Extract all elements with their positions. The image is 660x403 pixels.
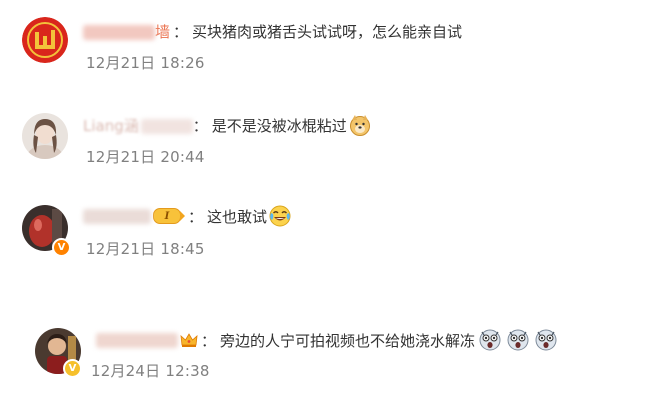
comment-time: 12月21日 20:44: [86, 148, 205, 166]
avatar[interactable]: [22, 113, 68, 159]
comment-time: 12月21日 18:45: [86, 240, 205, 258]
comment-time: 12月24日 12:38: [91, 362, 210, 380]
red-logo-avatar-icon: [22, 17, 68, 63]
comment-item: V ： 旁边的人宁可拍视频也不给她浇水解冻 12月24日 12:38: [0, 320, 660, 390]
portrait-avatar-icon: [22, 113, 68, 159]
level-badge: I: [153, 208, 181, 224]
doge-emoji-icon: [349, 114, 371, 136]
blurred-name: [83, 209, 151, 224]
laugh-cry-emoji-icon: [269, 205, 291, 227]
username[interactable]: 墙: [83, 21, 170, 42]
username-text: Liang涵: [83, 116, 139, 135]
crown-icon: [180, 332, 198, 348]
verified-badge-icon: V: [52, 238, 71, 257]
comment-item: Liang涵 ： 是不是没被冰棍粘过 12月21日 20:44: [0, 104, 660, 174]
username[interactable]: [83, 207, 151, 225]
avatar[interactable]: [22, 17, 68, 63]
blurred-name: [140, 118, 193, 134]
separator: ：: [188, 207, 204, 226]
shocked-emoji-icon: [507, 329, 529, 351]
verified-badge-icon: V: [63, 359, 82, 378]
username[interactable]: Liang涵: [83, 115, 193, 136]
username-text: 墙: [155, 22, 171, 41]
separator: ：: [201, 331, 217, 350]
comment-text: 是不是没被冰棍粘过: [211, 116, 347, 135]
blurred-name: [96, 333, 178, 348]
shocked-emoji-icon: [535, 329, 557, 351]
comment-time: 12月21日 18:26: [86, 54, 205, 72]
comment-text: 这也敢试: [207, 207, 268, 226]
comment-text: 旁边的人宁可拍视频也不给她浇水解冻: [220, 331, 476, 350]
blurred-name: [83, 24, 155, 40]
username[interactable]: [96, 331, 178, 349]
separator: ：: [173, 22, 189, 41]
shocked-emoji-icon: [479, 329, 501, 351]
comment-text: 买块猪肉或猪舌头试试呀，怎么能亲自试: [192, 22, 463, 41]
chevron-right-icon: [180, 211, 185, 221]
separator: ：: [192, 116, 208, 135]
comment-item: V I ： 这也敢试 12月21日 18:45: [0, 196, 660, 266]
comment-item: 墙 ： 买块猪肉或猪舌头试试呀，怎么能亲自试 12月21日 18:26: [0, 8, 660, 78]
